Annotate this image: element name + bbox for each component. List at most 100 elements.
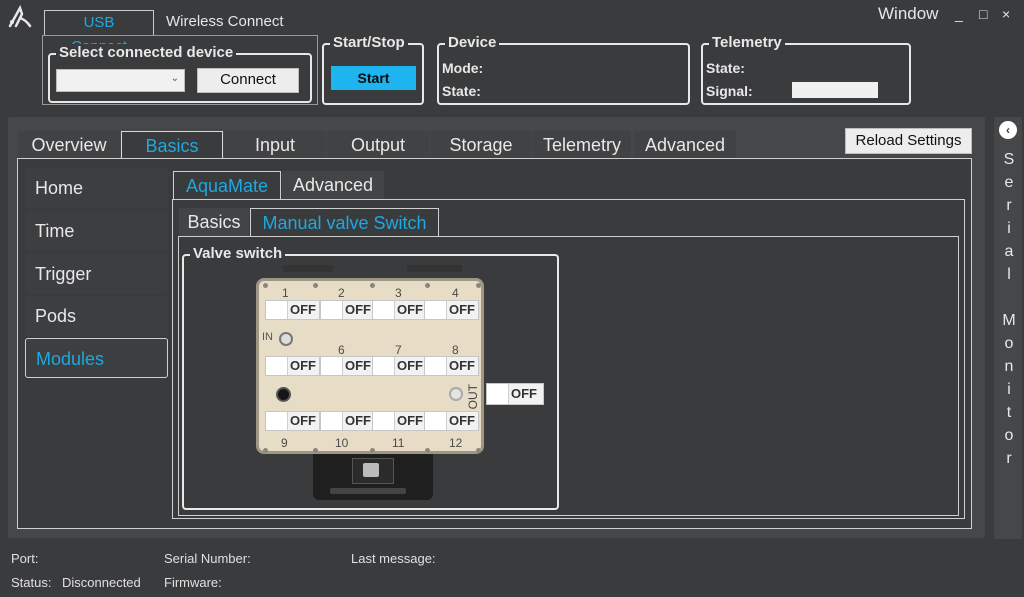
tab-sub-basics[interactable]: Basics [179,208,249,236]
valve-switch-12[interactable]: OFF [424,411,479,431]
valve-number: 3 [395,286,402,300]
valve-number: 4 [452,286,459,300]
board-dot [263,448,268,453]
tab-usb-connect[interactable]: USB Connect [44,10,154,55]
valve-state: OFF [345,302,371,317]
last-message-label: Last message: [351,551,436,566]
tab-overview[interactable]: Overview [18,131,120,159]
valve-switch-3[interactable]: OFF [372,300,427,320]
valve-state: OFF [397,302,423,317]
sidebar-item-home[interactable]: Home [25,168,168,208]
board-dot [313,283,318,288]
out-port-icon [449,387,463,401]
status-label: Status: [11,575,52,590]
tab-aquamate[interactable]: AquaMate [173,171,281,199]
board-dot [476,448,481,453]
telemetry-legend: Telemetry [709,34,785,52]
valve-state: OFF [397,358,423,373]
valve-number: 12 [449,436,463,450]
close-button[interactable]: × [1002,6,1010,22]
valve-number: 6 [338,343,345,357]
valve-switch-5[interactable]: OFF [265,356,320,376]
start-stop-legend: Start/Stop [330,34,408,52]
sidebar-item-modules[interactable]: Modules [25,338,168,378]
tab-wireless-connect[interactable]: Wireless Connect [156,10,294,36]
board-dot [313,448,318,453]
firmware-label: Firmware: [164,575,222,590]
in-port-icon [279,332,293,346]
valve-state: OFF [397,413,423,428]
connector-strip [407,265,462,272]
tab-input[interactable]: Input [224,131,326,159]
board-dot [476,283,481,288]
valve-switch-10[interactable]: OFF [320,411,375,431]
maximize-button[interactable]: □ [979,6,987,22]
valve-switch-8[interactable]: OFF [424,356,479,376]
minimize-button[interactable]: _ [955,6,963,22]
valve-number: 2 [338,286,345,300]
valve-number: 8 [452,343,459,357]
valve-state: OFF [345,413,371,428]
device-state-label: State: [442,83,481,99]
board-dot [263,283,268,288]
tab-output[interactable]: Output [327,131,429,159]
valve-number: 1 [282,286,289,300]
tab-advanced[interactable]: Advanced [634,131,736,159]
board-dot [425,283,430,288]
valve-state: OFF [290,302,316,317]
valve-switch-legend: Valve switch [190,245,286,263]
valve-state: OFF [511,386,537,401]
valve-number: 7 [395,343,402,357]
board-dot [370,448,375,453]
valve-switch-2[interactable]: OFF [320,300,375,320]
tab-telemetry[interactable]: Telemetry [533,131,631,159]
black-knob-icon [276,387,291,402]
valve-switch-1[interactable]: OFF [265,300,320,320]
reload-settings-button[interactable]: Reload Settings [845,128,972,154]
window-menu[interactable]: Window [878,4,938,24]
telemetry-signal-label: Signal: [706,83,753,99]
device-mode-label: Mode: [442,60,484,76]
combo-arrow-icon: ⌄ [170,73,179,84]
valve-switch-9[interactable]: OFF [265,411,320,431]
serial-number-label: Serial Number: [164,551,251,566]
valve-switch-out[interactable]: OFF [486,383,544,405]
signal-indicator [792,82,878,98]
out-label: OUT [466,384,480,410]
valve-state: OFF [449,413,475,428]
telemetry-state-label: State: [706,60,745,76]
board-dot [370,283,375,288]
serial-monitor-label[interactable]: SerialMonitor [1001,148,1017,470]
start-button[interactable]: Start [331,66,416,90]
app-logo-icon [8,4,32,28]
valve-switch-4[interactable]: OFF [424,300,479,320]
tab-manual-valve-switch[interactable]: Manual valve Switch [250,208,439,236]
device-ports [330,488,406,494]
valve-state: OFF [290,358,316,373]
valve-state: OFF [449,358,475,373]
valve-switch-11[interactable]: OFF [372,411,427,431]
device-legend: Device [445,34,500,52]
sidebar-item-pods[interactable]: Pods [25,296,168,336]
tab-basics[interactable]: Basics [121,131,223,159]
valve-state: OFF [449,302,475,317]
port-label: Port: [11,551,39,566]
select-device-legend: Select connected device [56,44,237,62]
serial-collapse-icon[interactable]: ‹ [999,121,1017,139]
valve-state: OFF [290,413,316,428]
sidebar-item-time[interactable]: Time [25,211,168,251]
board-dot [425,448,430,453]
valve-switch-6[interactable]: OFF [320,356,375,376]
tab-module-advanced[interactable]: Advanced [282,171,384,199]
in-label: IN [262,331,273,343]
valve-switch-7[interactable]: OFF [372,356,427,376]
connect-button[interactable]: Connect [197,68,299,93]
tab-storage[interactable]: Storage [430,131,532,159]
device-button-icon [363,463,379,477]
connector-strip [283,265,333,272]
valve-number: 9 [281,436,288,450]
device-combo[interactable]: ⌄ [56,69,185,92]
valve-number: 10 [335,436,349,450]
sidebar-item-trigger[interactable]: Trigger [25,254,168,294]
status-value: Disconnected [62,575,141,590]
